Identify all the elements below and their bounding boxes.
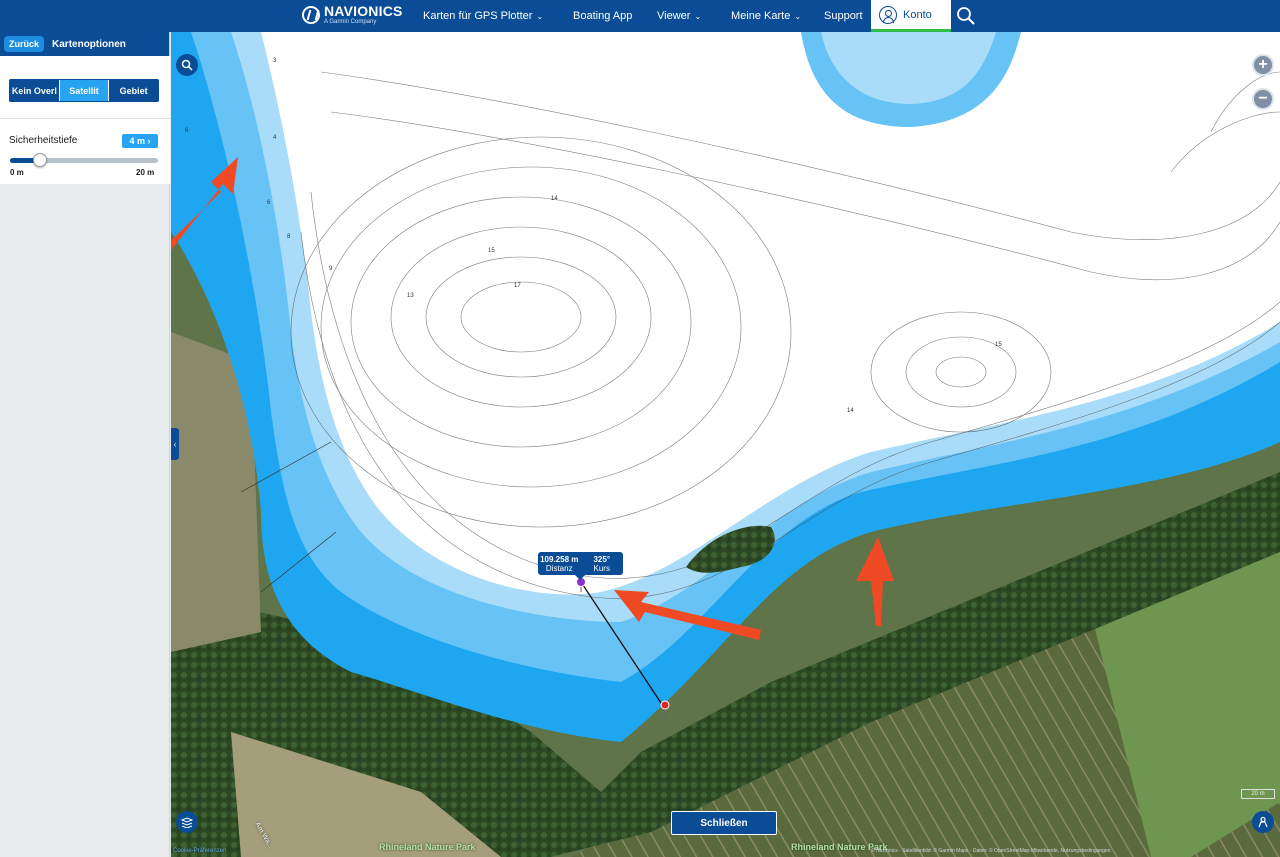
distance-label: Distanz (545, 563, 573, 573)
sidebar-header: Zurück Kartenoptionen (0, 32, 169, 56)
depth-sounding: 4 (273, 135, 277, 141)
brand-subtitle: A Garmin Company (324, 19, 377, 25)
chevron-left-icon: ‹ (173, 439, 177, 449)
map-options-sidebar: Zurück Kartenoptionen Kein Overl Satelli… (0, 32, 170, 857)
overlay-option-area[interactable]: Gebiet (109, 80, 158, 101)
top-navigation-bar: NAVIONICS A Garmin Company Karten für GP… (0, 0, 1280, 32)
sidebar-title: Kartenoptionen (52, 38, 126, 50)
chevron-down-icon: ⌄ (794, 12, 802, 21)
layers-button[interactable] (176, 811, 198, 833)
close-button[interactable]: Schließen (671, 811, 777, 835)
user-circle-icon (879, 5, 897, 24)
nav-viewer[interactable]: Viewer ⌄ (657, 0, 701, 32)
overlay-segmented-control: Kein Overl Satellit Gebiet (9, 79, 159, 102)
course-value: 325° (593, 554, 611, 564)
depth-sounding: 6 (267, 200, 271, 206)
map-canvas (171, 32, 1280, 857)
depth-sounding: 6 (185, 128, 189, 134)
nav-account[interactable]: Konto (871, 0, 951, 32)
safety-depth-slider[interactable] (10, 153, 158, 167)
divider (0, 118, 170, 119)
depth-sounding: 8 (287, 234, 291, 240)
course-label: Kurs (593, 563, 610, 573)
person-locate-icon (1258, 816, 1268, 828)
depth-sounding: 14 (847, 408, 854, 414)
scale-bar: 20 m (1241, 789, 1275, 799)
minus-icon: − (1258, 90, 1268, 107)
slider-handle[interactable] (33, 153, 47, 167)
depth-sounding: 3 (273, 58, 277, 64)
plus-icon: + (1258, 56, 1268, 73)
nav-boating-app[interactable]: Boating App (573, 0, 632, 32)
safety-depth-label: Sicherheitstiefe (9, 135, 78, 146)
nav-karten-gps-plotter[interactable]: Karten für GPS Plotter ⌄ (423, 0, 543, 32)
chevron-down-icon: ⌄ (536, 12, 544, 21)
overlay-option-none[interactable]: Kein Overl (10, 80, 60, 101)
nautical-chart-map[interactable]: 3 4 6 6 8 9 13 14 14 15 15 17 + − ‹ 109.… (171, 32, 1280, 857)
locate-me-button[interactable] (1252, 811, 1274, 833)
search-icon (181, 59, 193, 71)
nav-meine-karte[interactable]: Meine Karte ⌄ (731, 0, 801, 32)
nav-support[interactable]: Support (824, 0, 863, 32)
chevron-right-icon: › (147, 136, 151, 146)
measurement-tooltip: 109.258 m Distanz 325° Kurs (538, 552, 623, 580)
park-label: Rhineland Nature Park (379, 842, 476, 852)
account-label: Konto (903, 8, 932, 21)
brand-name: NAVIONICS (324, 3, 403, 19)
depth-sounding: 15 (488, 248, 495, 254)
chevron-down-icon: ⌄ (694, 12, 702, 21)
overlay-option-satellite[interactable]: Satellit (59, 80, 110, 101)
distance-value: 109.258 m (540, 554, 579, 564)
zoom-out-button[interactable]: − (1252, 88, 1274, 110)
sidebar-options-panel (0, 56, 170, 184)
zoom-in-button[interactable]: + (1252, 54, 1274, 76)
depth-sounding: 9 (329, 266, 333, 272)
safety-depth-value-button[interactable]: 4 m › (122, 134, 158, 148)
navionics-logo-icon (302, 5, 320, 24)
slider-max-label: 20 m (136, 168, 155, 177)
sidebar-collapse-tab[interactable]: ‹ (171, 428, 179, 460)
map-search-button[interactable] (176, 54, 198, 76)
navionics-logo[interactable]: NAVIONICS A Garmin Company (302, 4, 403, 25)
depth-sounding: 13 (407, 293, 414, 299)
depth-sounding: 17 (514, 283, 521, 289)
depth-sounding: 15 (995, 342, 1002, 348)
depth-sounding: 14 (551, 196, 558, 202)
search-icon[interactable] (956, 6, 976, 26)
layers-icon (181, 817, 193, 828)
map-attribution: © Navionics · Satellitenbild: © Garmin M… (871, 848, 1111, 854)
slider-min-label: 0 m (10, 168, 24, 177)
cookie-preferences-link[interactable]: Cookie-Präferenzen (173, 848, 226, 854)
back-button[interactable]: Zurück (4, 36, 45, 52)
